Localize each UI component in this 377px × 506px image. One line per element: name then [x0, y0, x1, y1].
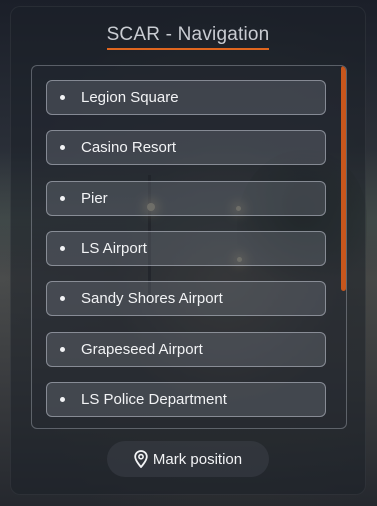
location-item-label: LS Police Department	[81, 391, 227, 408]
location-item-pier[interactable]: Pier	[46, 181, 326, 216]
bullet-icon	[60, 397, 65, 402]
bullet-icon	[60, 196, 65, 201]
location-item-sandy-shores-airport[interactable]: Sandy Shores Airport	[46, 281, 326, 316]
bullet-icon	[60, 296, 65, 301]
bullet-icon	[60, 347, 65, 352]
panel-title-text: SCAR - Navigation	[106, 24, 270, 50]
bullet-icon	[60, 246, 65, 251]
location-item-casino-resort[interactable]: Casino Resort	[46, 130, 326, 165]
bullet-icon	[60, 95, 65, 100]
location-item-ls-airport[interactable]: LS Airport	[46, 231, 326, 266]
scrollbar-thumb[interactable]	[341, 66, 346, 291]
location-item-grapeseed-airport[interactable]: Grapeseed Airport	[46, 332, 326, 367]
panel-title: SCAR - Navigation	[10, 24, 366, 50]
location-item-label: Casino Resort	[81, 139, 177, 156]
location-item-label: LS Airport	[81, 240, 147, 257]
location-item-label: Grapeseed Airport	[81, 341, 203, 358]
scrollbar-track[interactable]	[340, 66, 346, 428]
location-item-label: Sandy Shores Airport	[81, 290, 223, 307]
location-item-label: Pier	[81, 190, 108, 207]
location-item-label: Legion Square	[81, 89, 179, 106]
mark-position-button[interactable]: Mark position	[107, 441, 269, 477]
mark-position-label: Mark position	[152, 450, 243, 468]
bullet-icon	[60, 145, 65, 150]
location-item-legion-square[interactable]: Legion Square	[46, 80, 326, 115]
location-item-ls-police-department[interactable]: LS Police Department	[46, 382, 326, 417]
map-pin-icon	[134, 450, 148, 468]
location-list[interactable]: Legion Square Casino Resort Pier LS Airp…	[31, 65, 347, 429]
